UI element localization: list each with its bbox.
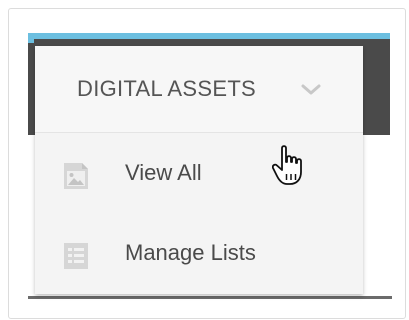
chevron-down-icon[interactable] [298,76,324,102]
dropdown-header[interactable]: DIGITAL ASSETS [35,46,363,133]
list-icon [64,243,88,269]
menu-item-view-all[interactable]: View All [35,144,363,204]
menu-item-label: View All [125,160,202,185]
image-icon [64,163,88,189]
dropdown-title[interactable]: DIGITAL ASSETS [77,76,256,102]
screen: DIGITAL ASSETS View All Manage Lists [0,0,409,320]
menu-item-manage-lists[interactable]: Manage Lists [35,224,363,284]
menu-item-label: Manage Lists [125,240,256,265]
accent-edge [28,33,34,43]
digital-assets-dropdown: DIGITAL ASSETS View All Manage Lists [35,46,363,294]
partial-text-artifact [27,213,34,233]
hand-cursor-icon [272,145,302,185]
divider [28,296,392,299]
